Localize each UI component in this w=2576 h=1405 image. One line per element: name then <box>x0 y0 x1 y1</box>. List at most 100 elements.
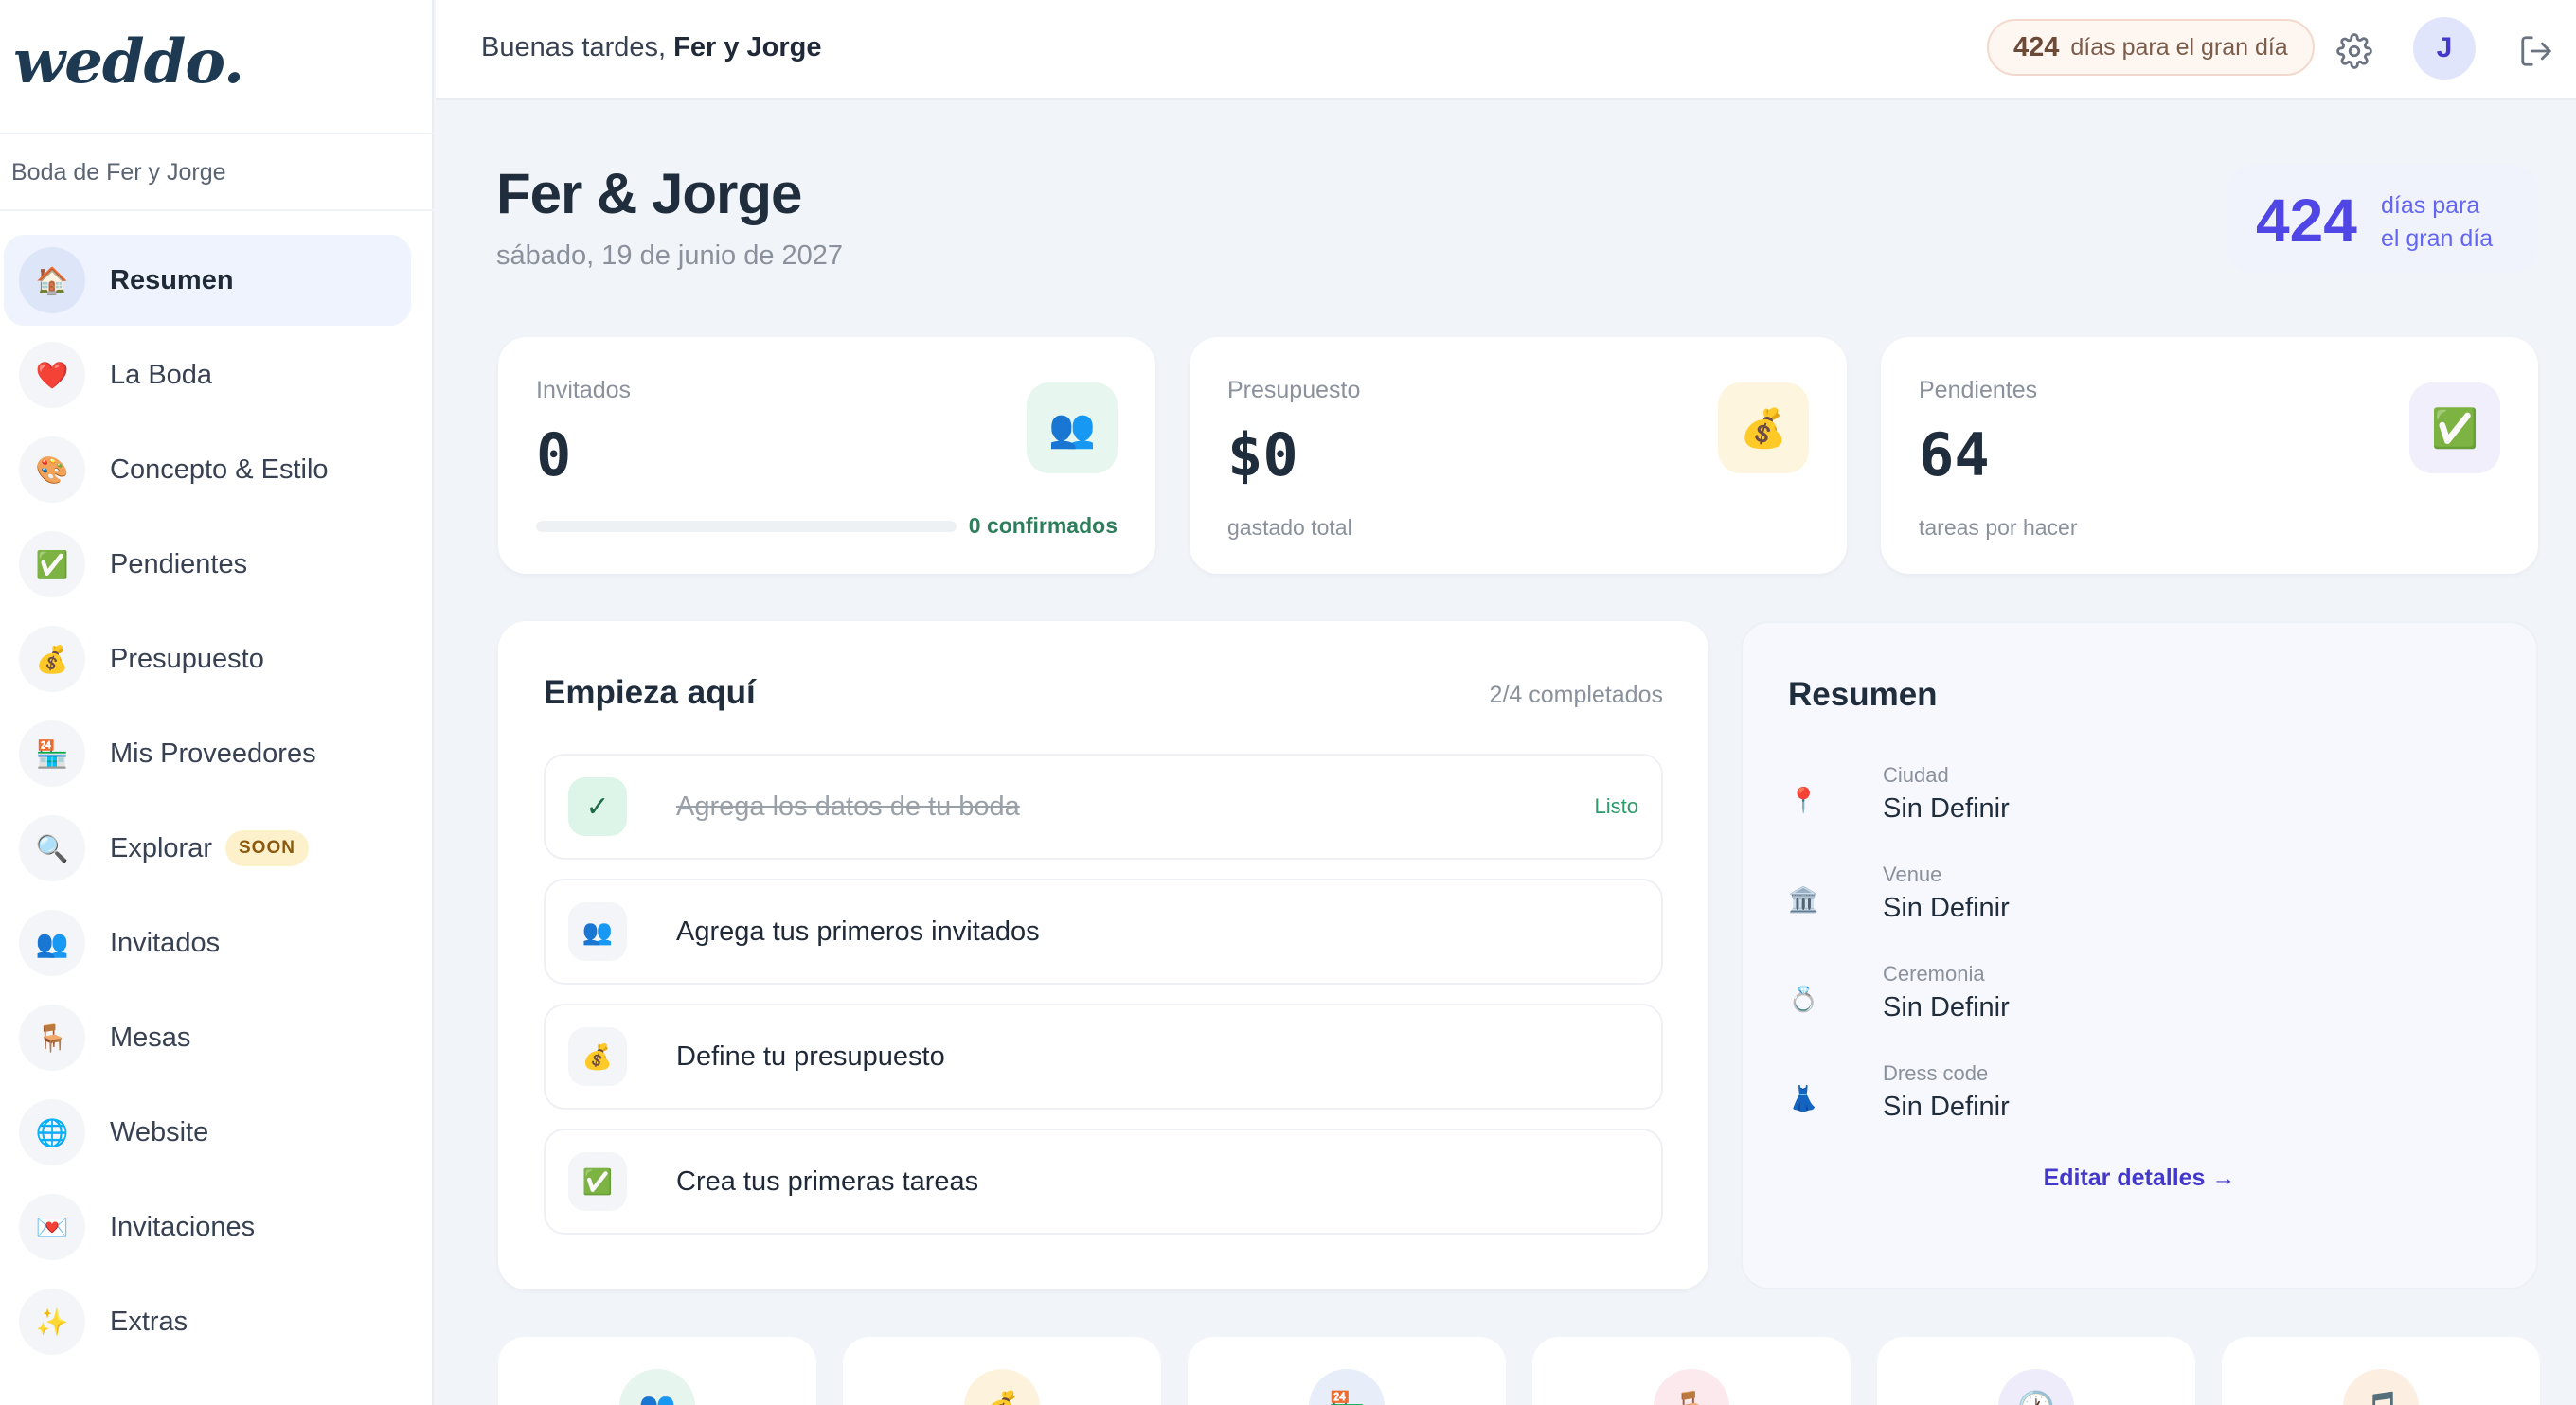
greeting: Buenas tardes, Fer y Jorge <box>481 32 821 63</box>
top-bar: Buenas tardes, Fer y Jorge 424 días para… <box>436 0 2576 100</box>
task-item[interactable]: 👥 Agrega tus primeros invitados <box>544 879 1663 985</box>
stat-label: Pendientes <box>1919 377 2038 403</box>
sidebar-item-concepto-estilo[interactable]: 🎨 Concepto & Estilo <box>4 424 411 515</box>
clock-icon: 🕐 <box>1998 1369 2074 1405</box>
logout-button[interactable] <box>2510 25 2563 78</box>
sidebar-item-resumen[interactable]: 🏠 Resumen <box>4 235 411 326</box>
check-icon: ✅ <box>2409 382 2500 473</box>
sidebar-nav: 🏠 Resumen ❤️ La Boda 🎨 Concepto & Estilo ✅ Pend… <box>0 235 434 1371</box>
gear-icon <box>2336 33 2372 69</box>
sidebar-item-extras[interactable]: ✨ Extras <box>4 1276 411 1367</box>
days-label-line2: el gran día <box>2381 225 2494 252</box>
settings-button[interactable] <box>2328 25 2381 78</box>
days-label-line1: días para <box>2381 192 2480 219</box>
confirmed-count: 0 confirmados <box>968 513 1118 538</box>
sidebar-item-mesas[interactable]: 🪑 Mesas <box>4 992 411 1083</box>
logout-icon <box>2521 36 2551 66</box>
sidebar-item-label: La Boda <box>110 359 213 390</box>
globe-icon: 🌐 <box>19 1099 85 1165</box>
app-logo[interactable]: weddo. <box>13 27 244 98</box>
chair-icon: 🪑 <box>19 1005 85 1071</box>
stat-value: 64 <box>1919 420 1990 489</box>
quick-access-card[interactable]: 💰 <box>843 1337 1161 1405</box>
task-item[interactable]: ✅ Crea tus primeras tareas <box>544 1129 1663 1235</box>
task-item[interactable]: 💰 Define tu presupuesto <box>544 1004 1663 1110</box>
heart-icon: ❤️ <box>19 342 85 408</box>
divider <box>0 209 434 211</box>
sidebar-item-invitados[interactable]: 👥 Invitados <box>4 898 411 988</box>
sidebar-item-label: Mesas <box>110 1022 191 1053</box>
building-icon: 🏛️ <box>1788 885 1819 914</box>
sidebar-item-pendientes[interactable]: ✅ Pendientes <box>4 519 411 610</box>
sidebar-item-la-boda[interactable]: ❤️ La Boda <box>4 329 411 420</box>
sidebar-item-mis-proveedores[interactable]: 🏪 Mis Proveedores <box>4 708 411 799</box>
page-title: Fer & Jorge <box>496 162 802 225</box>
ring-icon: 💍 <box>1788 985 1819 1013</box>
wedding-date: sábado, 19 de junio de 2027 <box>496 240 844 271</box>
sidebar-item-presupuesto[interactable]: 💰 Presupuesto <box>4 614 411 704</box>
money-bag-icon: 💰 <box>964 1369 1040 1405</box>
days-label: días para el gran día <box>2381 189 2493 256</box>
stat-subtitle: gastado total <box>1227 515 1352 540</box>
task-icon: 💰 <box>568 1027 627 1086</box>
quick-access-card[interactable]: 🪑 <box>1532 1337 1851 1405</box>
stat-value: 0 <box>536 420 572 489</box>
search-icon: 🔍 <box>19 815 85 881</box>
days-countdown-card: 424 días para el gran día <box>2227 165 2538 273</box>
summary-key: Dress code <box>1883 1061 1989 1085</box>
sidebar-item-website[interactable]: 🌐 Website <box>4 1087 411 1178</box>
quick-access-card[interactable]: 🎵 <box>2222 1337 2540 1405</box>
sidebar-item-label: Pendientes <box>110 548 248 579</box>
sidebar-item-label: Mis Proveedores <box>110 738 316 769</box>
checkmark-icon: ✓ <box>568 777 627 836</box>
chair-icon: 🪑 <box>1654 1369 1729 1405</box>
sidebar-item-label: Explorar <box>110 832 212 863</box>
people-icon: 👥 <box>1027 382 1118 473</box>
summary-value: Sin Definir <box>1883 893 2010 923</box>
store-icon: 🏪 <box>19 720 85 787</box>
countdown-days: 424 <box>2013 31 2060 62</box>
greeting-prefix: Buenas tardes, <box>481 32 667 62</box>
user-avatar[interactable]: J <box>2413 17 2476 80</box>
greeting-names: Fer y Jorge <box>673 32 822 62</box>
task-label: Crea tus primeras tareas <box>676 1165 979 1197</box>
budget-stat-card[interactable]: Presupuesto $0 💰 gastado total <box>1190 337 1847 574</box>
task-icon: ✅ <box>568 1152 627 1211</box>
sidebar-item-label: Website <box>110 1116 209 1147</box>
quick-access-card[interactable]: 🕐 <box>1877 1337 2195 1405</box>
check-icon: ✅ <box>19 531 85 597</box>
pin-icon: 📍 <box>1788 786 1819 814</box>
people-icon: 👥 <box>19 910 85 976</box>
guests-stat-card[interactable]: Invitados 0 👥 0 confirmados <box>498 337 1155 574</box>
task-label: Agrega tus primeros invitados <box>676 916 1040 947</box>
stat-subtitle: tareas por hacer <box>1919 515 2078 540</box>
edit-details-link[interactable]: Editar detalles → <box>1741 1165 2538 1192</box>
music-icon: 🎵 <box>2343 1369 2419 1405</box>
quick-access-card[interactable]: 👥 <box>498 1337 816 1405</box>
sidebar-item-explorar[interactable]: 🔍 Explorar SOON <box>4 803 411 894</box>
task-item[interactable]: ✓ Agrega los datos de tu boda Listo <box>544 754 1663 860</box>
card-title: Empieza aquí <box>544 674 756 711</box>
stat-label: Presupuesto <box>1227 377 1361 403</box>
summary-value: Sin Definir <box>1883 992 2010 1023</box>
sparkles-icon: ✨ <box>19 1289 85 1355</box>
divider <box>0 133 434 134</box>
completion-progress: 2/4 completados <box>1489 682 1663 708</box>
summary-value: Sin Definir <box>1883 793 2010 824</box>
sidebar-item-label: Resumen <box>110 264 234 295</box>
money-bag-icon: 💰 <box>19 626 85 692</box>
card-title: Resumen <box>1788 676 1938 713</box>
people-icon: 👥 <box>619 1369 695 1405</box>
dress-icon: 👗 <box>1788 1084 1819 1112</box>
countdown-pill: 424 días para el gran día <box>1987 19 2315 76</box>
home-icon: 🏠 <box>19 247 85 313</box>
summary-value: Sin Definir <box>1883 1092 2010 1122</box>
sidebar-item-invitaciones[interactable]: 💌 Invitaciones <box>4 1182 411 1272</box>
sidebar-item-label: Concepto & Estilo <box>110 454 329 485</box>
confirmed-progress-bar <box>536 521 957 532</box>
pending-stat-card[interactable]: Pendientes 64 ✅ tareas por hacer <box>1881 337 2538 574</box>
summary-key: Ceremonia <box>1883 962 1985 986</box>
stat-value: $0 <box>1227 420 1298 489</box>
money-bag-icon: 💰 <box>1718 382 1809 473</box>
quick-access-card[interactable]: 🏪 <box>1188 1337 1506 1405</box>
